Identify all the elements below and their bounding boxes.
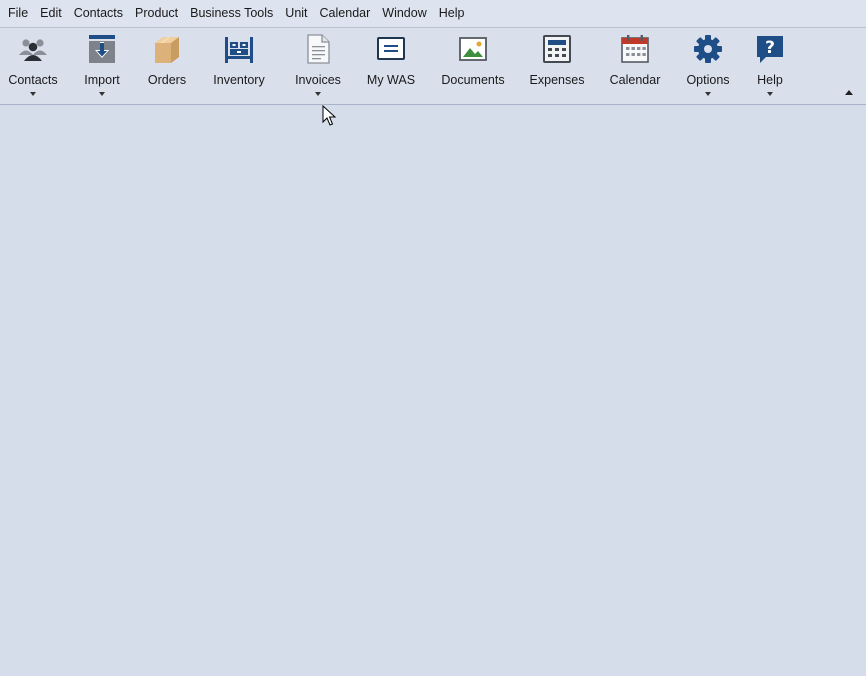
documents-icon (459, 37, 487, 61)
calendar-label: Calendar (609, 73, 661, 87)
contacts-button[interactable]: Contacts (5, 28, 61, 104)
invoices-label: Invoices (295, 73, 341, 87)
contacts-dropdown-arrow[interactable] (30, 92, 36, 96)
ribbon-toolbar: Contacts Import Orders Inventory Invoice… (0, 27, 866, 105)
calendar-icon (621, 35, 649, 63)
documents-button[interactable]: Documents (437, 28, 509, 104)
import-button[interactable]: Import (78, 28, 126, 104)
inventory-button[interactable]: Inventory (208, 28, 270, 104)
options-icon (694, 35, 722, 63)
options-button[interactable]: Options (681, 28, 735, 104)
invoices-button[interactable]: Invoices (290, 28, 346, 104)
expenses-label: Expenses (529, 73, 585, 87)
import-label: Import (84, 73, 120, 87)
documents-label: Documents (441, 73, 505, 87)
help-label: Help (757, 73, 783, 87)
orders-icon (155, 37, 179, 63)
invoices-dropdown-arrow[interactable] (315, 92, 321, 96)
menu-unit[interactable]: Unit (279, 0, 313, 27)
menu-business-tools[interactable]: Business Tools (184, 0, 279, 27)
help-dropdown-arrow[interactable] (767, 92, 773, 96)
contacts-icon (19, 39, 47, 61)
inventory-icon (225, 37, 253, 63)
my-was-icon (377, 37, 405, 60)
menu-help[interactable]: Help (433, 0, 471, 27)
mouse-cursor-icon (322, 105, 336, 126)
my-was-button[interactable]: My WAS (362, 28, 420, 104)
menu-window[interactable]: Window (376, 0, 432, 27)
options-label: Options (686, 73, 730, 87)
menu-calendar[interactable]: Calendar (314, 0, 377, 27)
invoices-icon (307, 34, 330, 64)
options-dropdown-arrow[interactable] (705, 92, 711, 96)
my-was-label: My WAS (366, 73, 416, 87)
collapse-ribbon-arrow[interactable] (845, 90, 853, 95)
help-icon: ? (757, 36, 783, 63)
calendar-button[interactable]: Calendar (604, 28, 666, 104)
inventory-label: Inventory (213, 73, 265, 87)
expenses-button[interactable]: Expenses (526, 28, 588, 104)
menu-contacts[interactable]: Contacts (68, 0, 129, 27)
expenses-icon (543, 35, 571, 63)
orders-button[interactable]: Orders (142, 28, 192, 104)
svg-text:?: ? (765, 38, 775, 58)
import-dropdown-arrow[interactable] (99, 92, 105, 96)
help-button[interactable]: ? Help (748, 28, 792, 104)
menu-bar: File Edit Contacts Product Business Tool… (0, 0, 866, 27)
menu-edit[interactable]: Edit (34, 0, 68, 27)
import-icon (89, 35, 115, 63)
menu-file[interactable]: File (2, 0, 34, 27)
menu-product[interactable]: Product (129, 0, 184, 27)
orders-label: Orders (147, 73, 187, 87)
contacts-label: Contacts (8, 73, 58, 87)
